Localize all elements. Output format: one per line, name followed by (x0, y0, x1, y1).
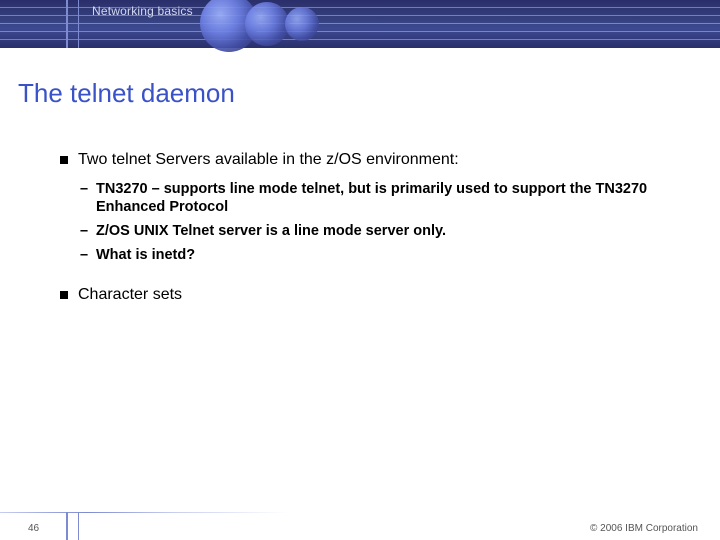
sub-bullet-item: Z/OS UNIX Telnet server is a line mode s… (66, 222, 680, 240)
sub-bullet-text: What is inetd? (96, 247, 195, 263)
footer: 46 © 2006 IBM Corporation (0, 512, 720, 540)
sub-bullet-item: What is inetd? (66, 246, 680, 264)
bullet-item: Two telnet Servers available in the z/OS… (60, 150, 680, 170)
bullet-text: Character sets (78, 286, 182, 303)
vertical-rule (66, 0, 68, 48)
section-label: Networking basics (92, 4, 193, 18)
vertical-rule (78, 0, 79, 48)
vertical-rule (66, 512, 68, 540)
slide-title: The telnet daemon (18, 78, 235, 109)
vertical-rule (78, 512, 79, 540)
sub-bullet-text: TN3270 – supports line mode telnet, but … (96, 181, 647, 215)
sub-bullet-item: TN3270 – supports line mode telnet, but … (66, 180, 680, 216)
bullet-item: Character sets (60, 285, 680, 305)
bullet-text: Two telnet Servers available in the z/OS… (78, 151, 459, 168)
slide-body: Two telnet Servers available in the z/OS… (60, 142, 680, 315)
footer-rule (0, 512, 720, 513)
header-band: Networking basics (0, 0, 720, 48)
sub-bullet-text: Z/OS UNIX Telnet server is a line mode s… (96, 223, 446, 239)
page-number: 46 (28, 523, 39, 534)
decor-sphere-icon (245, 2, 289, 46)
slide: Networking basics The telnet daemon Two … (0, 0, 720, 540)
decor-sphere-icon (285, 7, 319, 41)
copyright-text: © 2006 IBM Corporation (590, 523, 698, 534)
